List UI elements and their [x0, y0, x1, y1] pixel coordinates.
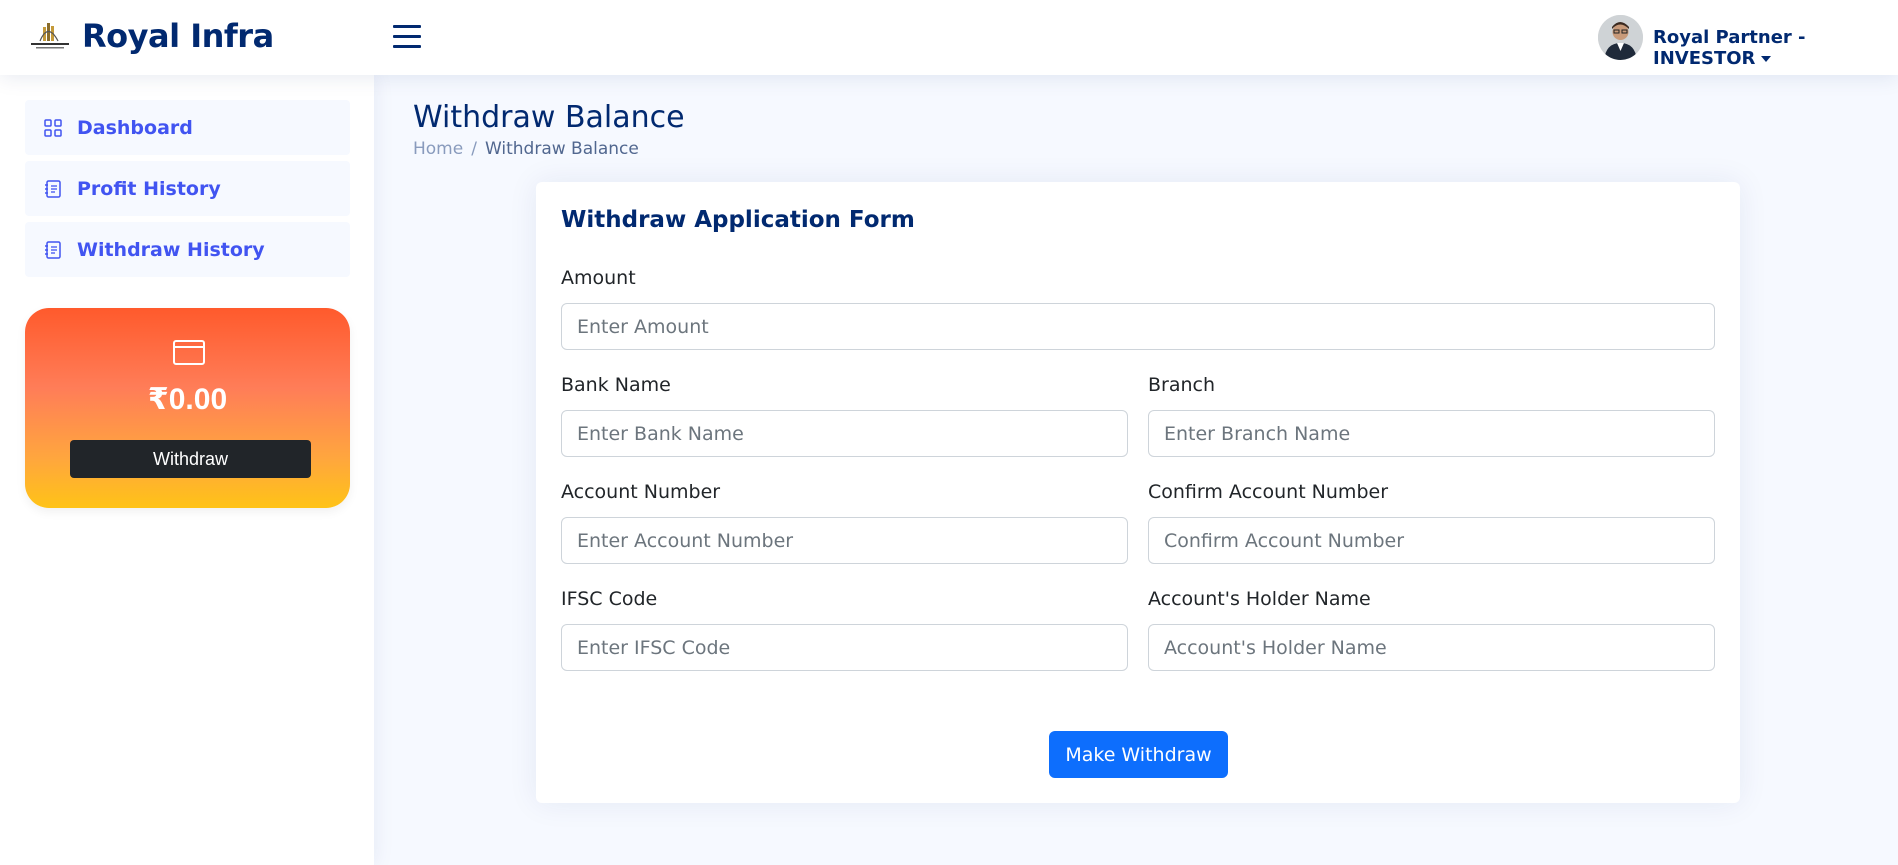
account-number-label: Account Number [561, 481, 721, 503]
branch-label: Branch [1148, 374, 1216, 396]
form-title: Withdraw Application Form [561, 207, 915, 233]
sidebar: Dashboard Profit History Withdraw Histor… [0, 75, 374, 865]
hamburger-icon[interactable] [393, 25, 423, 51]
confirm-account-number-label: Confirm Account Number [1148, 481, 1389, 503]
branch-input[interactable] [1148, 410, 1715, 457]
grid-icon [44, 118, 62, 137]
royal-infra-logo-icon[interactable] [28, 20, 72, 52]
top-header: Royal Infra Royal Partner - INVESTOR [0, 0, 1898, 75]
amount-label: Amount [561, 267, 636, 289]
sidebar-item-label: Withdraw History [77, 238, 265, 261]
balance-card: ₹0.00 Withdraw [25, 308, 350, 508]
breadcrumb-current: Withdraw Balance [484, 139, 639, 159]
sidebar-item-profit-history[interactable]: Profit History [25, 161, 350, 216]
bank-name-input[interactable] [561, 410, 1128, 457]
sidebar-item-dashboard[interactable]: Dashboard [25, 100, 350, 155]
bank-name-label: Bank Name [561, 374, 671, 396]
profile-name-label: Royal Partner - INVESTOR [1653, 27, 1806, 69]
make-withdraw-button[interactable]: Make Withdraw [1049, 731, 1228, 778]
ifsc-label: IFSC Code [561, 588, 658, 610]
withdraw-form-card: Withdraw Application Form Amount Bank Na… [536, 182, 1740, 803]
confirm-account-number-input[interactable] [1148, 517, 1715, 564]
account-number-input[interactable] [561, 517, 1128, 564]
sidebar-item-label: Dashboard [77, 116, 193, 139]
withdraw-button[interactable]: Withdraw [70, 440, 311, 478]
page-title: Withdraw Balance [413, 100, 685, 135]
journal-icon [45, 240, 61, 259]
wallet-icon [173, 340, 205, 365]
breadcrumb: Home / Withdraw Balance [413, 139, 639, 159]
sidebar-item-label: Profit History [77, 177, 221, 200]
brand-name[interactable]: Royal Infra [82, 17, 274, 55]
ifsc-input[interactable] [561, 624, 1128, 671]
breadcrumb-home-link[interactable]: Home [413, 139, 463, 159]
holder-name-input[interactable] [1148, 624, 1715, 671]
balance-amount: ₹0.00 [147, 383, 228, 416]
avatar[interactable] [1598, 15, 1643, 60]
profile-dropdown[interactable]: Royal Partner - INVESTOR [1653, 27, 1898, 69]
holder-name-label: Account's Holder Name [1148, 588, 1371, 610]
amount-input[interactable] [561, 303, 1715, 350]
breadcrumb-separator: / [471, 139, 477, 159]
journal-icon [45, 179, 61, 198]
caret-down-icon [1761, 56, 1772, 62]
sidebar-item-withdraw-history[interactable]: Withdraw History [25, 222, 350, 277]
